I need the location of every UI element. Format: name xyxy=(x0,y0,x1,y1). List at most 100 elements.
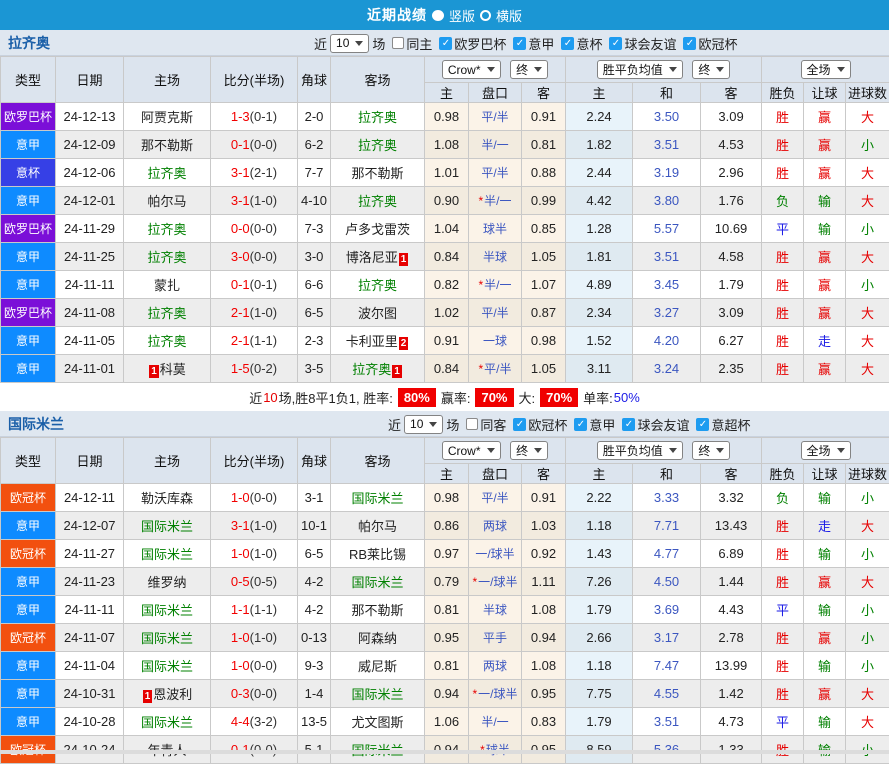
result-cell: 胜 xyxy=(762,652,804,680)
score-cell: 3-1(1-0) xyxy=(211,512,298,540)
match-count-select[interactable]: 10 xyxy=(404,415,443,434)
col-handicap: 让球 xyxy=(804,464,846,484)
ah-time-select[interactable]: 终 xyxy=(510,60,548,79)
corners-cell: 13-5 xyxy=(298,708,331,736)
team-label: 国际米兰 xyxy=(141,547,193,562)
horizontal-layout-radio[interactable] xyxy=(480,10,491,21)
games-label: 场 xyxy=(446,415,459,434)
eu-average-select[interactable]: 胜平负均值 xyxy=(597,441,683,460)
handicap-result-cell: 赢 xyxy=(804,271,846,299)
team-label: 帕尔马 xyxy=(147,194,186,209)
home-team-cell: 勒沃库森 xyxy=(124,484,211,512)
col-ah-line: 盘口 xyxy=(469,83,522,103)
away-team-cell: 国际米兰 xyxy=(331,568,425,596)
goals-result-cell: 大 xyxy=(846,299,889,327)
eu-time-select[interactable]: 终 xyxy=(692,60,730,79)
corners-cell: 7-3 xyxy=(298,215,331,243)
result-cell: 负 xyxy=(762,484,804,512)
eu-average-select[interactable]: 胜平负均值 xyxy=(597,60,683,79)
eu-time-select[interactable]: 终 xyxy=(692,441,730,460)
ah-time-select[interactable]: 终 xyxy=(510,441,548,460)
same-venue-checkbox[interactable] xyxy=(392,37,404,49)
ah-away-odds: 0.91 xyxy=(522,484,566,512)
competition-label: 意甲 xyxy=(589,415,615,434)
competition-cell: 意杯 xyxy=(1,159,56,187)
competition-cell: 意甲 xyxy=(1,271,56,299)
ah-line: *一/球半 xyxy=(469,680,522,708)
competition-checkbox[interactable]: ✓ xyxy=(609,37,622,50)
ah-away-odds: 0.81 xyxy=(522,131,566,159)
home-team-cell: 1恩波利 xyxy=(124,680,211,708)
date-cell: 24-12-06 xyxy=(56,159,124,187)
team-label: 阿贾克斯 xyxy=(141,110,193,125)
eu-away-odds: 4.53 xyxy=(701,131,762,159)
bookmaker-select[interactable]: Crow* xyxy=(442,60,501,79)
ah-line: 一球 xyxy=(469,327,522,355)
competition-checkbox[interactable]: ✓ xyxy=(696,418,709,431)
ah-away-odds: 0.99 xyxy=(522,187,566,215)
scope-group-header: 全场 xyxy=(762,57,889,83)
scope-select-value: 全场 xyxy=(807,442,831,459)
vertical-layout-radio[interactable] xyxy=(432,10,444,21)
score-cell: 0-1(0-1) xyxy=(211,271,298,299)
col-home: 主场 xyxy=(124,438,211,484)
horizontal-scrollbar[interactable] xyxy=(0,750,889,754)
handicap-result-cell: 赢 xyxy=(804,243,846,271)
same-venue-checkbox[interactable] xyxy=(466,418,478,430)
corners-cell: 9-3 xyxy=(298,652,331,680)
line-change-star: * xyxy=(478,362,483,376)
handicap-result-cell: 输 xyxy=(804,652,846,680)
corners-cell: 3-0 xyxy=(298,243,331,271)
ah-away-odds: 0.85 xyxy=(522,215,566,243)
horizontal-layout-label[interactable]: 横版 xyxy=(496,6,522,25)
handicap-result-cell: 赢 xyxy=(804,568,846,596)
competition-checkbox[interactable]: ✓ xyxy=(574,418,587,431)
goals-result-cell: 小 xyxy=(846,484,889,512)
date-cell: 24-11-08 xyxy=(56,299,124,327)
col-ah-home: 主 xyxy=(425,464,469,484)
match-count-select[interactable]: 10 xyxy=(330,34,369,53)
inter-section: 国际米兰 近10场同客✓欧冠杯✓意甲✓球会友谊✓意超杯 类型 日期 主场 比分(… xyxy=(0,411,889,764)
competition-checkbox[interactable]: ✓ xyxy=(513,37,526,50)
team-label: 拉齐奥 xyxy=(147,334,186,349)
date-cell: 24-10-28 xyxy=(56,708,124,736)
date-cell: 24-11-27 xyxy=(56,540,124,568)
ah-away-odds: 1.05 xyxy=(522,355,566,383)
eu-away-odds: 13.43 xyxy=(701,512,762,540)
competition-cell: 欧罗巴杯 xyxy=(1,215,56,243)
competition-checkbox[interactable]: ✓ xyxy=(513,418,526,431)
eu-home-odds: 1.79 xyxy=(566,596,633,624)
corners-cell: 2-0 xyxy=(298,103,331,131)
match-row: 意甲24-12-01帕尔马3-1(1-0)4-10拉齐奥0.90*半/一0.99… xyxy=(1,187,889,215)
scope-select[interactable]: 全场 xyxy=(801,441,851,460)
competition-checkbox[interactable]: ✓ xyxy=(683,37,696,50)
team-label: 国际米兰 xyxy=(351,687,403,702)
corners-cell: 7-7 xyxy=(298,159,331,187)
team-label: 国际米兰 xyxy=(351,491,403,506)
ah-away-odds: 1.11 xyxy=(522,568,566,596)
corners-cell: 6-5 xyxy=(298,540,331,568)
competition-checkbox[interactable]: ✓ xyxy=(561,37,574,50)
competition-checkbox[interactable]: ✓ xyxy=(622,418,635,431)
handicap-result-cell: 走 xyxy=(804,327,846,355)
handicap-result-cell: 赢 xyxy=(804,159,846,187)
eu-draw-odds: 3.51 xyxy=(633,243,701,271)
title-bar: 近期战绩 竖版 横版 xyxy=(0,0,889,30)
eu-home-odds: 2.24 xyxy=(566,103,633,131)
vertical-layout-label[interactable]: 竖版 xyxy=(449,6,475,25)
bookmaker-select[interactable]: Crow* xyxy=(442,441,501,460)
scope-select[interactable]: 全场 xyxy=(801,60,851,79)
team-label: 卢多戈雷茨 xyxy=(345,222,410,237)
col-eu-draw: 和 xyxy=(633,464,701,484)
result-cell: 负 xyxy=(762,187,804,215)
red-card-badge: 2 xyxy=(399,337,409,350)
competition-cell: 意甲 xyxy=(1,680,56,708)
away-team-cell: 博洛尼亚1 xyxy=(331,243,425,271)
filters-bar: 近10场同客✓欧冠杯✓意甲✓球会友谊✓意超杯 xyxy=(388,411,750,437)
competition-checkbox[interactable]: ✓ xyxy=(439,37,452,50)
ah-home-odds: 1.04 xyxy=(425,215,469,243)
corners-cell: 6-2 xyxy=(298,131,331,159)
competition-cell: 意甲 xyxy=(1,131,56,159)
date-cell: 24-11-01 xyxy=(56,355,124,383)
corners-cell: 3-1 xyxy=(298,484,331,512)
